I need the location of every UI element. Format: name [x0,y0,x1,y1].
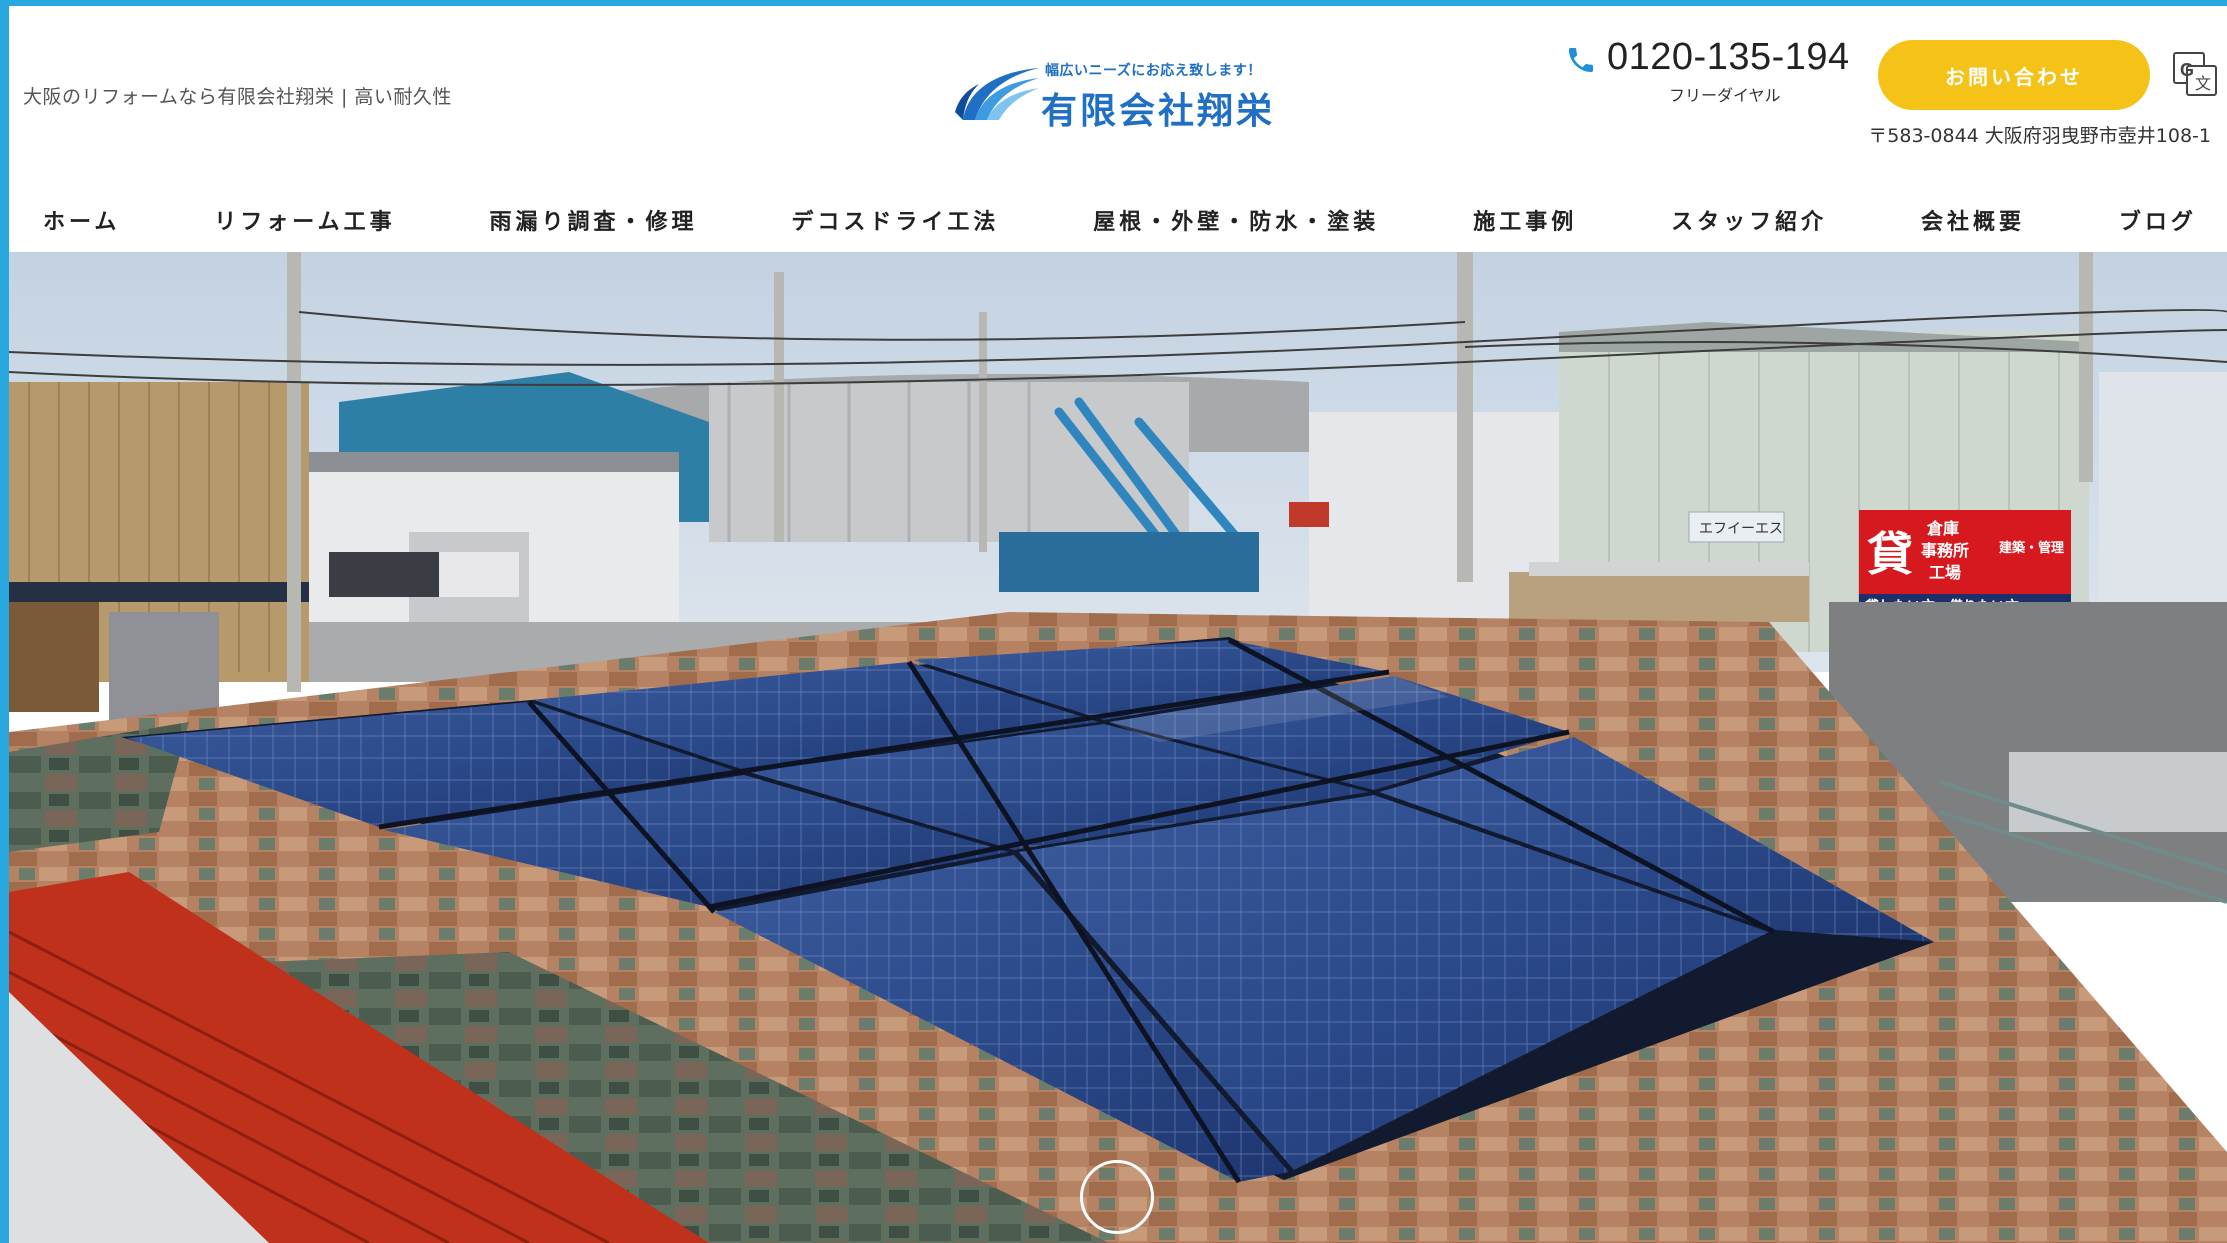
nav-item-roof-wall[interactable]: 屋根・外壁・防水・塗装 [1093,204,1379,236]
page-frame: 大阪のリフォームなら有限会社翔栄 | 高い耐久性 幅広いニーズにお応え致します！… [0,0,2227,1243]
nav-item-home[interactable]: ホーム [43,204,120,236]
site-tagline: 大阪のリフォームなら有限会社翔栄 | 高い耐久性 [23,86,452,108]
nav-item-works[interactable]: 施工事例 [1473,204,1577,236]
nav-item-decos-dry[interactable]: デコスドライ工法 [791,204,999,236]
google-translate-icon[interactable]: G 文 [2171,50,2219,98]
sign-text-3: 事務所 [1921,541,1969,560]
sign-text-1: 貸 [1867,527,1913,581]
contact-button[interactable]: お問い合わせ [1878,40,2150,110]
building-sign-text: エフイーエス [1699,521,1783,537]
nav-item-staff[interactable]: スタッフ紹介 [1671,204,1827,236]
company-address: 〒583-0844 大阪府羽曳野市壺井108-1 [1868,125,2211,147]
svg-text:G: G [2180,60,2194,80]
phone-label: フリーダイヤル [1669,86,1781,105]
logo-company-name: 有限会社翔栄 [1041,91,1276,132]
sign-text-5: 建築・管理 [1999,540,2064,556]
nav-item-blog[interactable]: ブログ [2119,204,2197,236]
phone-number[interactable]: 0120-135-194 [1607,36,1850,79]
slider-indicator[interactable] [1080,1160,1154,1234]
main-nav: ホーム リフォーム工事 雨漏り調査・修理 デコスドライ工法 屋根・外壁・防水・塗… [9,192,2227,248]
sign-text-4: 工場 [1929,563,1961,582]
sign-text-2: 倉庫 [1926,519,1959,538]
company-logo[interactable]: 幅広いニーズにお応え致します！ 有限会社翔栄 [953,56,1293,136]
logo-sub-text: 幅広いニーズにお応え致します！ [1045,63,1262,79]
logo-wing-icon [955,68,1039,120]
nav-item-company[interactable]: 会社概要 [1921,204,2025,236]
hero-slider: エフイーエス 貸 倉庫 事務所 工場 建築・管理 貸したい方・借りたい方 072… [9,252,2227,1243]
nav-item-reform[interactable]: リフォーム工事 [214,204,395,236]
phone-icon [1569,48,1593,72]
nav-item-leak-repair[interactable]: 雨漏り調査・修理 [489,204,697,236]
svg-text:文: 文 [2195,75,2211,93]
hero-photo: エフイーエス 貸 倉庫 事務所 工場 建築・管理 貸したい方・借りたい方 072… [9,252,2227,1243]
